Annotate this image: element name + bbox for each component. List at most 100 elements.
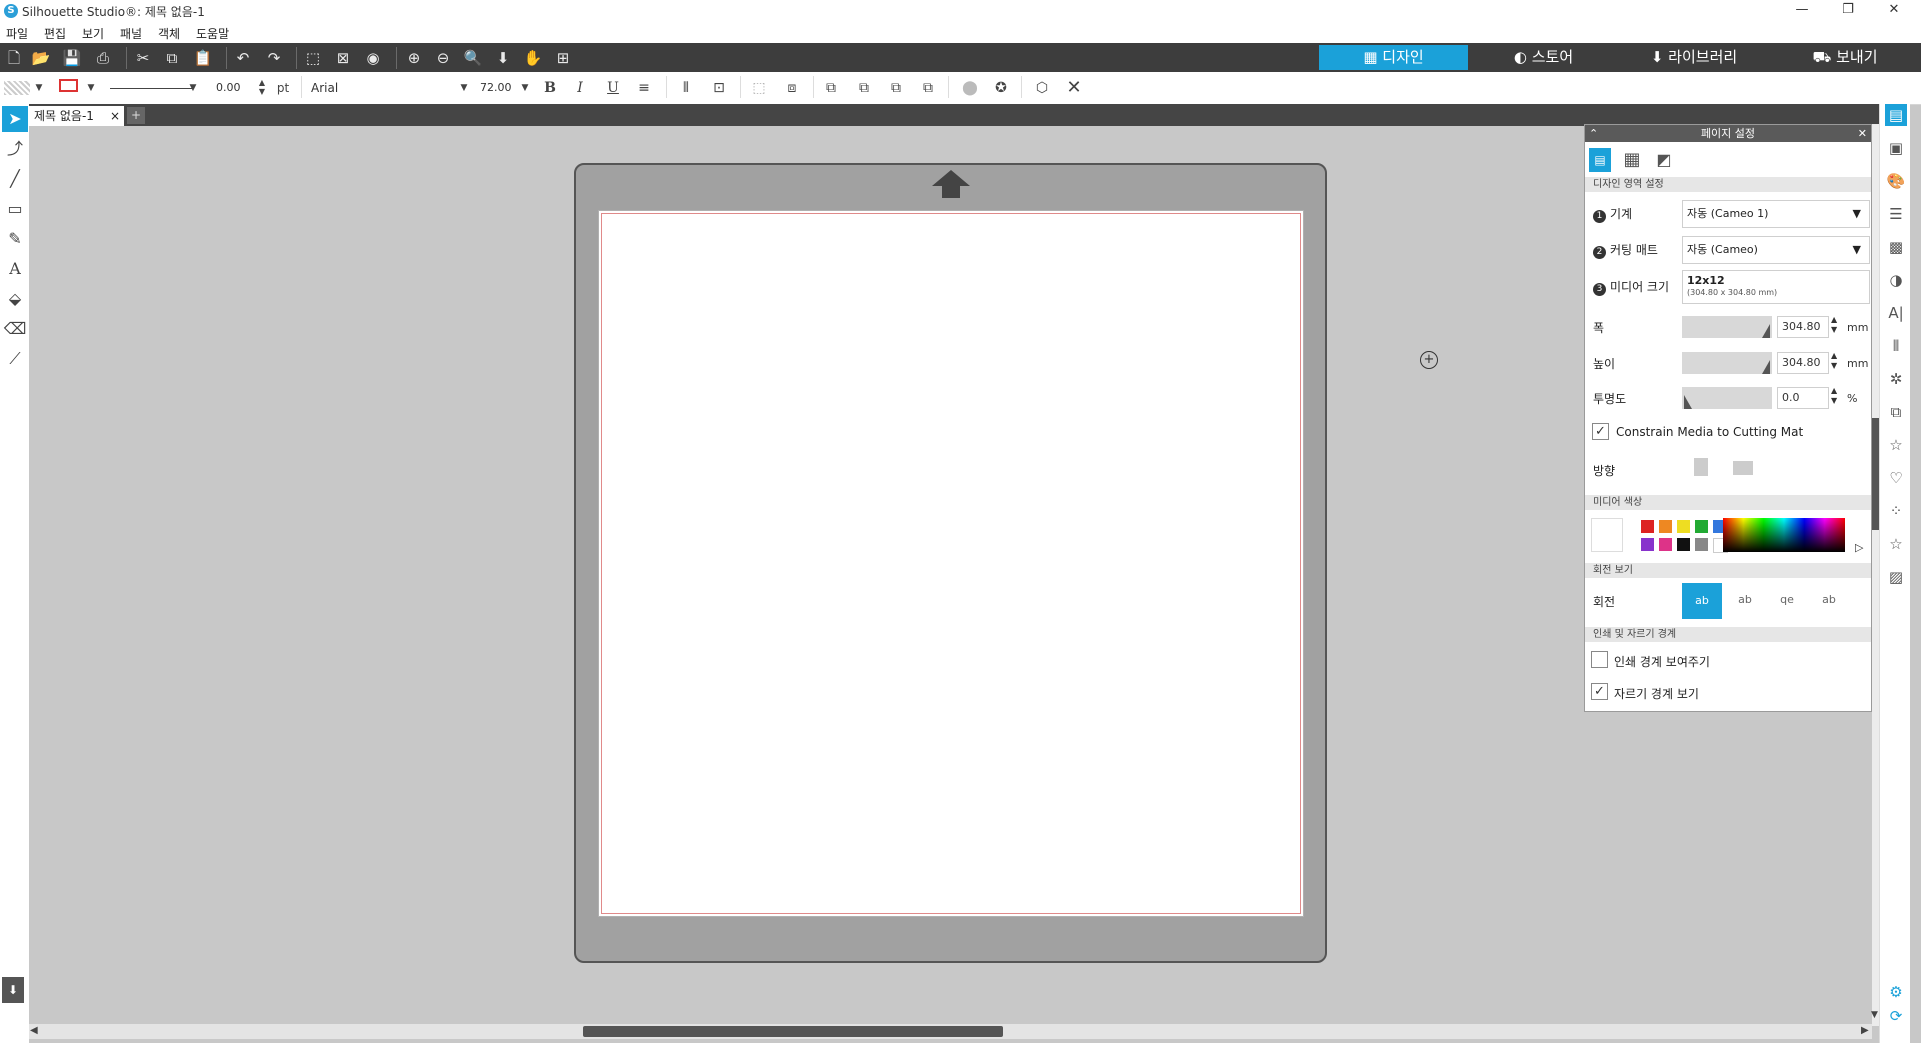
line-width-stepper-icon[interactable]: ▲ ▼ [257,78,267,98]
fill-pattern-swatch[interactable] [4,81,30,95]
media-color-swatch[interactable] [1659,538,1672,551]
width-input[interactable]: 304.80 [1777,316,1829,338]
landscape-orientation-icon[interactable] [1733,461,1753,475]
tab-store[interactable]: ◐ 스토어 [1469,45,1618,70]
media-color-swatch[interactable] [1659,520,1672,533]
fill-bucket-icon[interactable]: ⬙ [2,286,28,312]
media-color-swatch[interactable] [1695,520,1708,533]
send-backward-icon[interactable]: ⧉ [917,78,939,98]
font-size-dropdown-icon[interactable]: ▼ [520,78,530,98]
text-tool-icon[interactable]: A [2,256,28,282]
line-style-dropdown-icon[interactable]: ▼ [187,78,199,98]
height-slider[interactable] [1682,352,1772,374]
close-toolbar-icon[interactable]: ✕ [1063,78,1085,98]
page-settings-tab-icon[interactable]: ▤ [1589,148,1611,172]
opacity-input[interactable]: 0.0 [1777,387,1829,409]
zoom-in-icon[interactable]: ⊕ [404,48,424,68]
transform-icon[interactable]: ✲ [1885,368,1907,390]
scroll-left-icon[interactable]: ◀ [30,1025,38,1036]
eraser-tool-icon[interactable]: ⌫ [2,316,28,342]
text-align-icon[interactable]: ≡ [634,78,654,98]
scroll-right-icon[interactable]: ▶ [1861,1025,1869,1036]
replicate-star-icon[interactable]: ✪ [990,78,1012,98]
settings-gear-icon[interactable]: ⚙ [1885,981,1907,1003]
show-cut-border-checkbox[interactable]: ✓ [1591,683,1608,700]
registration-marks-tab-icon[interactable]: ◩ [1653,148,1675,172]
height-input[interactable]: 304.80 [1777,352,1829,374]
fill-color-palette-icon[interactable]: 🎨 [1885,170,1907,192]
3d-box-icon[interactable]: ⬡ [1030,78,1054,98]
line-style-preview[interactable] [110,78,192,98]
menu-edit[interactable]: 편집 [44,25,66,42]
scroll-down-icon[interactable]: ▼ [1871,1010,1880,1022]
italic-button[interactable]: I [570,78,590,98]
zoom-out-icon[interactable]: ⊖ [433,48,453,68]
machine-select[interactable]: 자동 (Cameo 1) ▼ [1682,200,1870,228]
line-color-icon[interactable] [58,78,78,98]
underline-button[interactable]: U [603,78,623,98]
menu-view[interactable]: 보기 [82,25,104,42]
fill-pattern-icon[interactable]: ▩ [1885,236,1907,258]
close-tab-icon[interactable]: × [110,106,120,126]
fill-dropdown-icon[interactable]: ▼ [34,78,44,98]
opacity-stepper-icon[interactable]: ▲ ▼ [1831,386,1837,406]
constrain-media-checkbox[interactable]: ✓ [1592,423,1609,440]
media-color-swatch[interactable] [1677,520,1690,533]
restore-button[interactable]: ❐ [1825,0,1871,22]
new-file-icon[interactable]: 🗋 [4,48,24,68]
line-tool-icon[interactable]: ╱ [2,166,28,192]
media-color-swatch[interactable] [1641,538,1654,551]
offset-icon[interactable]: ⁘ [1885,500,1907,522]
media-size-select[interactable]: 12x12 (304.80 x 304.80 mm) [1682,270,1870,304]
color-spectrum-picker[interactable] [1723,518,1845,552]
menu-object[interactable]: 객체 [158,25,180,42]
deselect-icon[interactable]: ⊠ [333,48,353,68]
rectangle-tool-icon[interactable]: ▭ [2,196,28,222]
line-color-dropdown-icon[interactable]: ▼ [86,78,96,98]
trace-icon[interactable]: ♡ [1885,467,1907,489]
text-style-icon[interactable]: A| [1885,302,1907,324]
menu-file[interactable]: 파일 [6,25,28,42]
move-down-icon[interactable]: ⬇ [493,48,513,68]
sync-icon[interactable]: ⟳ [1885,1005,1907,1027]
minimize-button[interactable]: — [1779,0,1825,22]
zoom-select-icon[interactable]: 🔍 [463,48,483,68]
grid-settings-tab-icon[interactable]: ▦ [1621,148,1643,172]
select-tool-arrow-icon[interactable]: ➤ [2,106,28,132]
bring-to-front-icon[interactable]: ⧉ [820,78,842,98]
bring-forward-icon[interactable]: ⧉ [885,78,907,98]
knife-tool-icon[interactable]: ⟋ [2,346,28,372]
close-window-button[interactable]: ✕ [1871,0,1917,22]
spectrum-expand-icon[interactable]: ▷ [1855,541,1863,554]
opacity-slider[interactable] [1682,387,1772,409]
align-center-icon[interactable]: ⫴ [675,78,697,98]
menu-panel[interactable]: 패널 [120,25,142,42]
transparency-icon[interactable]: ◑ [1885,269,1907,291]
undo-icon[interactable]: ↶ [233,48,253,68]
save-icon[interactable]: 💾 [62,48,82,68]
collapse-tools-icon[interactable]: ⬇ [2,977,24,1003]
open-folder-icon[interactable]: 📂 [31,48,51,68]
select-by-color-icon[interactable]: ◉ [363,48,383,68]
tab-design[interactable]: ▦ 디자인 [1319,45,1468,70]
favorites-star-icon[interactable]: ☆ [1885,533,1907,555]
current-media-color-swatch[interactable] [1591,518,1623,552]
pencil-tool-icon[interactable]: ✎ [2,226,28,252]
font-name-select[interactable]: Arial [307,79,462,97]
bold-button[interactable]: B [540,78,560,98]
font-name-dropdown-icon[interactable]: ▼ [459,78,469,98]
sketch-icon[interactable]: ▨ [1885,566,1907,588]
redo-icon[interactable]: ↷ [264,48,284,68]
select-all-icon[interactable]: ⬚ [303,48,323,68]
ungroup-icon[interactable]: ⧈ [781,78,803,98]
rotate-0-button[interactable]: ab [1682,583,1722,619]
cutting-mat-select[interactable]: 자동 (Cameo) ▼ [1682,236,1870,264]
vertical-scroll-thumb[interactable] [1872,418,1879,530]
pixscan-icon[interactable]: ▣ [1885,137,1907,159]
menu-help[interactable]: 도움말 [196,25,229,42]
tab-send[interactable]: ⛟ 보내기 [1770,45,1920,70]
weld-icon[interactable]: ⬤ [958,78,982,98]
rotate-90-button[interactable]: ab [1725,583,1765,619]
cut-icon[interactable]: ✂ [133,48,153,68]
rotate-180-button[interactable]: qe [1767,583,1807,619]
